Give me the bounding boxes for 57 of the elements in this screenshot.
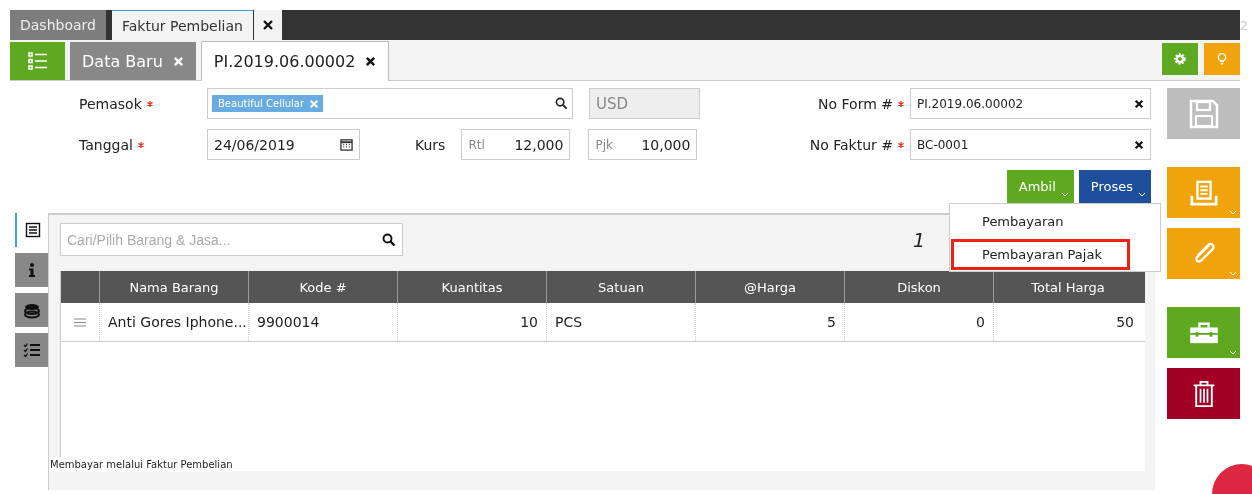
toolbox-button[interactable] xyxy=(1167,307,1240,358)
rate-field[interactable]: Rtl 12,000 xyxy=(461,129,571,160)
calendar-icon[interactable] xyxy=(340,138,353,151)
table-cell: Anti Gores Iphone... xyxy=(99,303,248,341)
item-count: 1 xyxy=(912,228,925,251)
table-cell: 5 xyxy=(695,303,844,341)
field-label: Pemasok xyxy=(79,95,142,112)
list-icon xyxy=(27,52,48,70)
close-icon[interactable] xyxy=(365,56,377,67)
caret-icon xyxy=(1060,192,1069,197)
search-icon[interactable] xyxy=(555,97,568,110)
caret-icon xyxy=(1229,271,1237,276)
column-header: Kode # xyxy=(248,271,397,303)
lightbulb-icon xyxy=(1215,52,1229,66)
table-cell: PCS xyxy=(546,303,695,341)
field-label: No Faktur # xyxy=(809,136,893,153)
document-icon xyxy=(24,222,41,238)
field-label: No Form # xyxy=(818,95,893,112)
menu-item[interactable]: Pembayaran xyxy=(950,209,1160,233)
date-field[interactable]: 24/06/2019 xyxy=(207,129,360,160)
column-header: Satuan xyxy=(546,271,695,303)
field-label: Tanggal xyxy=(79,136,133,153)
table-cell: 10 xyxy=(397,303,546,341)
coin-stack-icon xyxy=(22,301,41,319)
clear-icon[interactable] xyxy=(1134,139,1144,150)
printer-icon xyxy=(1189,178,1218,207)
column-header: Kuantitas xyxy=(397,271,546,303)
table-cell: 9900014 xyxy=(248,303,397,341)
clear-icon[interactable] xyxy=(1134,98,1144,109)
close-icon xyxy=(261,19,274,31)
table-cell: 50 xyxy=(993,303,1142,341)
rate-field[interactable]: Pjk 10,000 xyxy=(588,129,698,160)
delete-button[interactable] xyxy=(1167,368,1240,419)
search-icon xyxy=(382,232,396,247)
drag-handle-icon[interactable] xyxy=(74,317,86,327)
close-tab-button[interactable] xyxy=(253,10,282,40)
caret-icon xyxy=(1229,210,1237,215)
menu-item[interactable]: Pembayaran Pajak xyxy=(953,241,1128,268)
form-number-field[interactable]: PI.2019.06.00002 xyxy=(910,88,1151,119)
document-tab[interactable]: Data Baru xyxy=(70,42,196,80)
toolbox-icon xyxy=(1188,320,1219,345)
settings-button[interactable] xyxy=(1162,43,1198,75)
invoice-number-field[interactable]: BC-0001 xyxy=(910,129,1151,160)
checklist-icon xyxy=(22,342,41,358)
dropdown-button[interactable]: Proses xyxy=(1078,170,1151,203)
caret-icon xyxy=(1138,192,1146,197)
column-header: Nama Barang xyxy=(99,271,248,303)
gear-icon xyxy=(1173,52,1187,66)
table-cell: 0 xyxy=(844,303,993,341)
field-label: Kurs xyxy=(415,136,446,153)
status-text: Membayar melalui Faktur Pembelian xyxy=(50,457,233,472)
caret-icon xyxy=(1229,350,1237,355)
currency-field: USD xyxy=(589,88,700,119)
column-header: @Harga xyxy=(695,271,844,303)
document-tab[interactable]: PI.2019.06.00002 xyxy=(200,41,390,81)
top-tab[interactable]: Faktur Pembelian xyxy=(111,10,253,40)
top-tab[interactable]: Dashboard xyxy=(10,10,106,40)
